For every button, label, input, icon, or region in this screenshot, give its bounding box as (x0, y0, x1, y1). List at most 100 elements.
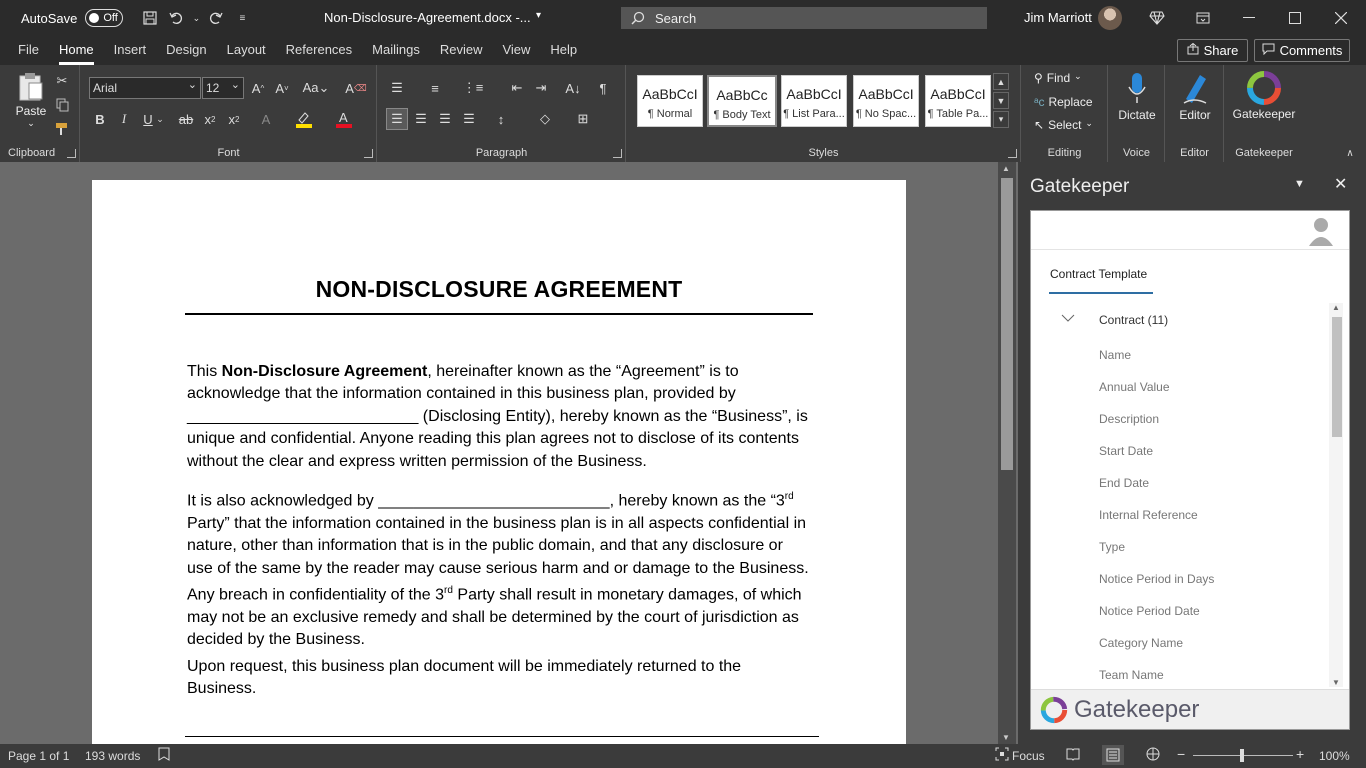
tree-node-contract[interactable]: Contract (11) (1099, 313, 1168, 327)
select-dropdown-icon[interactable]: ⌄ (1085, 118, 1093, 132)
multilevel-list-icon[interactable]: ⋮≡ (462, 77, 484, 99)
bold-icon[interactable]: B (89, 108, 111, 130)
subscript-icon[interactable]: x2 (199, 108, 221, 130)
document-scrollbar[interactable]: ▲ ▼ (998, 162, 1016, 744)
word-count[interactable]: 193 words (85, 749, 140, 763)
pane-scroll-thumb[interactable] (1332, 317, 1342, 437)
print-layout-icon[interactable] (1102, 745, 1124, 765)
paste-dropdown-icon[interactable]: ⌄ (14, 118, 48, 129)
chevron-down-icon[interactable] (1061, 311, 1075, 325)
borders-icon[interactable]: ⊞ (572, 108, 594, 130)
field-item[interactable]: Start Date (1099, 444, 1153, 458)
user-profile-icon[interactable] (1308, 216, 1334, 249)
field-item[interactable]: Internal Reference (1099, 508, 1198, 522)
read-mode-icon[interactable] (1066, 747, 1080, 764)
dictate-button[interactable]: Dictate (1113, 71, 1161, 122)
strikethrough-icon[interactable]: ab (175, 108, 197, 130)
numbering-icon[interactable]: ≡ (424, 77, 446, 99)
grow-font-icon[interactable]: A ^ (247, 77, 269, 99)
tab-design[interactable]: Design (156, 36, 216, 65)
tab-insert[interactable]: Insert (104, 36, 157, 65)
select-button[interactable]: ↖ Select ⌄ (1034, 118, 1093, 132)
title-dropdown-icon[interactable]: ▾ (536, 10, 541, 21)
text-effects-icon[interactable]: A (255, 108, 277, 130)
user-name[interactable]: Jim Marriott (1024, 10, 1092, 25)
field-item[interactable]: Notice Period in Days (1099, 572, 1214, 586)
collapse-ribbon-icon[interactable]: ∧ (1340, 145, 1360, 161)
zoom-level[interactable]: 100% (1319, 749, 1350, 763)
field-item[interactable]: Type (1099, 540, 1125, 554)
customize-qat-icon[interactable]: ≡ (231, 7, 253, 29)
scrollbar-thumb[interactable] (1001, 178, 1013, 470)
shading-icon[interactable]: ◇ (534, 108, 556, 130)
field-item[interactable]: Team Name (1099, 668, 1164, 682)
bullets-icon[interactable]: ☰ (386, 77, 408, 99)
shrink-font-icon[interactable]: A ˅ (271, 77, 293, 99)
pane-close-icon[interactable]: ✕ (1334, 174, 1347, 194)
field-item[interactable]: Name (1099, 348, 1131, 362)
find-button[interactable]: ⚲ Find ⌄ (1034, 71, 1082, 85)
clear-formatting-icon[interactable]: A ⌫ (345, 77, 367, 99)
font-size-box[interactable]: 12 (202, 75, 244, 99)
tab-references[interactable]: References (276, 36, 362, 65)
style-body-text[interactable]: AaBbCc ¶ Body Text (707, 75, 777, 127)
tab-file[interactable]: File (8, 36, 49, 65)
proofing-icon[interactable] (157, 747, 171, 764)
cut-icon[interactable]: ✂ (51, 70, 73, 92)
decrease-indent-icon[interactable]: ⇤ (506, 77, 528, 99)
format-painter-icon[interactable] (51, 118, 73, 140)
comments-button[interactable]: Comments (1254, 39, 1350, 62)
page-count[interactable]: Page 1 of 1 (8, 749, 69, 763)
increase-indent-icon[interactable]: ⇥ (530, 77, 552, 99)
underline-dropdown-icon[interactable]: ⌄ (155, 108, 165, 130)
field-item[interactable]: Notice Period Date (1099, 604, 1200, 618)
line-spacing-icon[interactable]: ↕ (490, 108, 512, 130)
scroll-up-icon[interactable]: ▲ (1002, 164, 1010, 173)
style-normal[interactable]: AaBbCcI ¶ Normal (637, 75, 703, 127)
change-case-icon[interactable]: Aa⌄ (301, 77, 331, 99)
zoom-out-icon[interactable]: − (1177, 746, 1185, 762)
zoom-in-icon[interactable]: + (1296, 746, 1304, 762)
align-center-icon[interactable]: ☰ (410, 108, 432, 130)
tab-contract-template[interactable]: Contract Template (1050, 267, 1147, 281)
save-icon[interactable] (139, 7, 161, 29)
style-table-paragraph[interactable]: AaBbCcI ¶ Table Pa... (925, 75, 991, 127)
pane-scroll-down-icon[interactable]: ▼ (1332, 678, 1340, 687)
pane-scrollbar[interactable]: ▲ ▼ (1329, 303, 1343, 687)
sort-icon[interactable]: A↓ (562, 77, 584, 99)
font-name-box[interactable]: Arial (89, 75, 201, 99)
search-box[interactable]: Search (621, 7, 987, 29)
justify-icon[interactable]: ☰ (458, 108, 480, 130)
find-dropdown-icon[interactable]: ⌄ (1074, 71, 1082, 85)
tab-help[interactable]: Help (540, 36, 587, 65)
show-formatting-icon[interactable]: ¶ (592, 77, 614, 99)
share-button[interactable]: Share (1177, 39, 1248, 62)
styles-scroll-up-icon[interactable]: ▲ (993, 73, 1009, 90)
styles-scroll-down-icon[interactable]: ▼ (993, 92, 1009, 109)
focus-icon[interactable] (995, 747, 1009, 764)
field-item[interactable]: Category Name (1099, 636, 1183, 650)
maximize-icon[interactable] (1272, 0, 1318, 36)
scroll-down-icon[interactable]: ▼ (1002, 733, 1010, 742)
user-avatar[interactable] (1098, 6, 1122, 30)
style-list-paragraph[interactable]: AaBbCcI ¶ List Para... (781, 75, 847, 127)
highlight-color-icon[interactable] (293, 108, 315, 130)
document-page[interactable]: NON-DISCLOSURE AGREEMENT This Non-Disclo… (92, 180, 906, 750)
replace-button[interactable]: ᵃc Replace (1034, 95, 1093, 109)
superscript-icon[interactable]: x2 (223, 108, 245, 130)
styles-launcher-icon[interactable] (1008, 149, 1017, 158)
redo-icon[interactable] (205, 7, 227, 29)
undo-dropdown-icon[interactable]: ⌄ (191, 7, 201, 29)
tab-home[interactable]: Home (49, 36, 104, 65)
close-icon[interactable] (1318, 0, 1364, 36)
style-no-spacing[interactable]: AaBbCcI ¶ No Spac... (853, 75, 919, 127)
font-launcher-icon[interactable] (364, 149, 373, 158)
web-layout-icon[interactable] (1146, 747, 1160, 764)
styles-more-icon[interactable]: ▾ (993, 111, 1009, 128)
font-color-icon[interactable]: A (333, 108, 355, 130)
field-item[interactable]: Annual Value (1099, 380, 1170, 394)
tab-view[interactable]: View (492, 36, 540, 65)
autosave-toggle[interactable]: Off (85, 9, 124, 27)
gatekeeper-button[interactable]: Gatekeeper (1229, 70, 1299, 121)
paragraph-launcher-icon[interactable] (613, 149, 622, 158)
